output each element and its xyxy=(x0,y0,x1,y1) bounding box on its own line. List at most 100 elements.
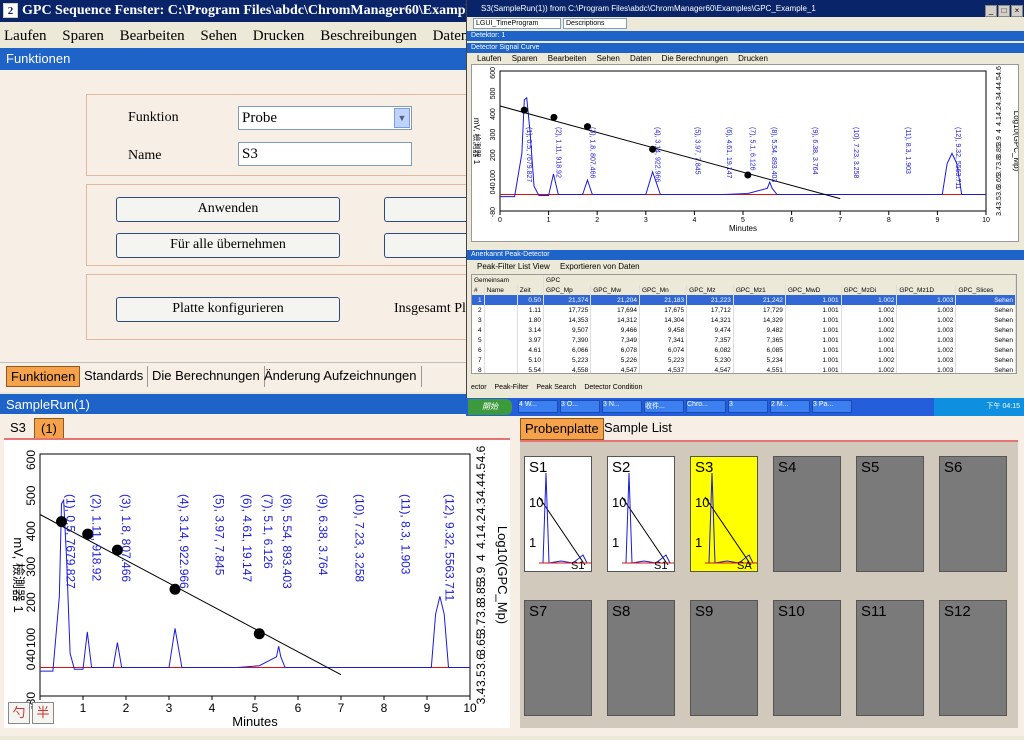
sample-well[interactable]: 10 1 SA S3 xyxy=(690,456,758,572)
sample-well[interactable]: S9 xyxy=(690,600,758,716)
menu-daten[interactable]: Daten xyxy=(433,28,469,44)
anwenden-button[interactable]: Anwenden xyxy=(116,197,340,222)
column-header[interactable]: GPC_Mz1D xyxy=(896,285,957,295)
detail-menu-berechnungen[interactable]: Die Berechnungen xyxy=(662,54,728,63)
table-cell: 21,223 xyxy=(686,295,734,305)
tab-berechnungen[interactable]: Die Berechnungen xyxy=(148,366,265,387)
y2-tick-label: 4.1 xyxy=(474,532,488,549)
detail-menu-daten[interactable]: Daten xyxy=(630,54,651,63)
detail-menu-bearbeiten[interactable]: Bearbeiten xyxy=(548,54,587,63)
table-row[interactable]: 6 4.61 6,066 6,078 6,074 6,082 6,085 1.001 1.001… xyxy=(472,345,1016,355)
table-row[interactable]: 8 5.54 4,558 4,547 4,537 4,547 4,551 1.001 1.002… xyxy=(472,365,1016,373)
sample-well[interactable]: S8 xyxy=(607,600,675,716)
taskbar-item[interactable]: 3 xyxy=(728,400,768,413)
table-row[interactable]: 2 1.11 17,725 17,694 17,675 17,712 17,729 1.001… xyxy=(472,305,1016,315)
chevron-down-icon[interactable]: ▼ xyxy=(394,108,410,128)
descriptions-field[interactable]: Descriptions xyxy=(563,18,627,29)
tab-peak-search[interactable]: Peak Search xyxy=(536,384,576,391)
well-label: S2 xyxy=(612,459,631,476)
table-cell: 1.001 xyxy=(785,345,842,355)
table-cell: 9,482 xyxy=(733,325,786,335)
fuer-alle-button[interactable]: Für alle übernehmen xyxy=(116,233,340,258)
menu-beschreibungen[interactable]: Beschreibungen xyxy=(320,28,417,44)
column-header[interactable]: GPC_Mn xyxy=(639,285,688,295)
menu-sparen[interactable]: Sparen xyxy=(62,28,104,44)
sample-well[interactable]: S12 xyxy=(939,600,1007,716)
column-header[interactable]: # xyxy=(472,285,485,295)
table-row[interactable]: 4 3.14 9,507 9,466 9,458 9,474 9,482 1.001 1.002… xyxy=(472,325,1016,335)
close-icon[interactable]: × xyxy=(1011,5,1023,17)
sample-well[interactable]: S5 xyxy=(856,456,924,572)
tab-sample-list[interactable]: Sample List xyxy=(600,418,676,440)
secondary-button-2[interactable] xyxy=(384,233,470,258)
sample-well[interactable]: 10 1 S1 S1 xyxy=(524,456,592,572)
taskbar-item[interactable]: 3 O... xyxy=(560,400,600,413)
sample-well[interactable]: S6 xyxy=(939,456,1007,572)
table-cell: 1.001 xyxy=(785,355,842,365)
name-input[interactable]: S3 xyxy=(238,142,412,166)
table-row[interactable]: 7 5.10 5,223 5,226 5,223 5,230 5,234 1.001 1.002… xyxy=(472,355,1016,365)
menu-sehen[interactable]: Sehen xyxy=(200,28,237,44)
x-axis-label: Minutes xyxy=(232,714,278,728)
column-header[interactable]: Zeit xyxy=(517,285,545,295)
column-header[interactable]: GPC_Mz1 xyxy=(733,285,786,295)
detail-menu-sehen[interactable]: Sehen xyxy=(597,54,620,63)
table-cell: Sehen xyxy=(955,325,1016,335)
table-row[interactable]: 3 1.80 14,353 14,312 14,304 14,321 14,329 1.001… xyxy=(472,315,1016,325)
column-header[interactable]: GPC_Mp xyxy=(543,285,592,295)
table-row[interactable]: 5 3.97 7,390 7,349 7,341 7,357 7,365 1.001 1.002… xyxy=(472,335,1016,345)
taskbar-item[interactable]: 2 M... xyxy=(770,400,810,413)
sample-well[interactable]: S7 xyxy=(524,600,592,716)
time-program-select[interactable]: LGUI_TimeProgram xyxy=(473,18,561,29)
detail-menu-drucken[interactable]: Drucken xyxy=(738,54,768,63)
maximize-icon[interactable]: □ xyxy=(998,5,1010,17)
detail-menu-sparen[interactable]: Sparen xyxy=(512,54,538,63)
table-cell: 6,074 xyxy=(639,345,688,355)
taskbar-item[interactable]: Chro... xyxy=(686,400,726,413)
peak-filter-menu[interactable]: Peak-Filter List View xyxy=(477,262,550,271)
menu-bearbeiten[interactable]: Bearbeiten xyxy=(120,28,185,44)
menu-laufen[interactable]: Laufen xyxy=(4,28,46,44)
table-cell: 4 xyxy=(472,325,485,335)
small-button-1[interactable]: 勺 xyxy=(8,702,30,724)
menu-drucken[interactable]: Drucken xyxy=(253,28,305,44)
tab-standards[interactable]: Standards xyxy=(80,366,149,387)
app-icon[interactable]: 2 xyxy=(3,3,18,18)
secondary-button[interactable] xyxy=(384,197,470,222)
tab-peak-filter[interactable]: Peak-Filter xyxy=(495,384,529,391)
column-header[interactable]: Name xyxy=(484,285,518,295)
tab-detector[interactable]: ector xyxy=(471,384,487,391)
taskbar-item[interactable]: 3 Pa... xyxy=(812,400,852,413)
platte-konfigurieren-button[interactable]: Platte konfigurieren xyxy=(116,297,340,322)
peak-label: (2), 1.11, 918.92 xyxy=(90,494,104,581)
table-cell: 1.002 xyxy=(841,355,898,365)
column-header[interactable]: GPC_MzDi xyxy=(841,285,898,295)
tab-detector-condition[interactable]: Detector Condition xyxy=(584,384,642,391)
column-header[interactable]: GPC_Slices xyxy=(955,285,1016,295)
sample-well[interactable]: S10 xyxy=(773,600,841,716)
tab-funktionen[interactable]: Funktionen xyxy=(6,366,81,387)
export-menu[interactable]: Exportieren von Daten xyxy=(560,262,640,271)
taskbar-item[interactable]: 收件... xyxy=(644,400,684,413)
start-button[interactable]: 開始 xyxy=(468,399,512,415)
small-button-2[interactable]: 半 xyxy=(32,702,54,724)
column-header[interactable]: GPC_Mw xyxy=(590,285,640,295)
sample-well[interactable]: S11 xyxy=(856,600,924,716)
table-cell: 4,537 xyxy=(639,365,688,373)
table-row[interactable]: 1 0.50 21,374 21,204 21,183 21,223 21,242 1.001… xyxy=(472,295,1016,305)
detail-signal-chart: 0 1 2 3 4 5 6 7 8 9 10 -80 0 40 100 200 300 400 500 600 3.4 3… xyxy=(471,64,1021,242)
sample-well[interactable]: S4 xyxy=(773,456,841,572)
column-header[interactable]: GPC_MwD xyxy=(785,285,842,295)
tab-aenderung[interactable]: Änderung Aufzeichnungen xyxy=(260,366,422,387)
sample-well[interactable]: 10 1 S1 S2 xyxy=(607,456,675,572)
tab-run-1[interactable]: (1) xyxy=(34,418,64,440)
taskbar-item[interactable]: 3 N... xyxy=(602,400,642,413)
tab-probenplatte[interactable]: Probenplatte xyxy=(520,418,604,440)
column-header[interactable]: GPC_Mz xyxy=(686,285,734,295)
main-title-text: GPC Sequence Fenster: C:\Program Files\a… xyxy=(22,3,470,18)
minimize-icon[interactable]: _ xyxy=(985,5,997,17)
detail-menu-laufen[interactable]: Laufen xyxy=(477,54,501,63)
funktion-select[interactable]: Probe ▼ xyxy=(238,106,412,130)
taskbar-item[interactable]: 4 W... xyxy=(518,400,558,413)
tab-s3[interactable]: S3 xyxy=(4,418,32,440)
